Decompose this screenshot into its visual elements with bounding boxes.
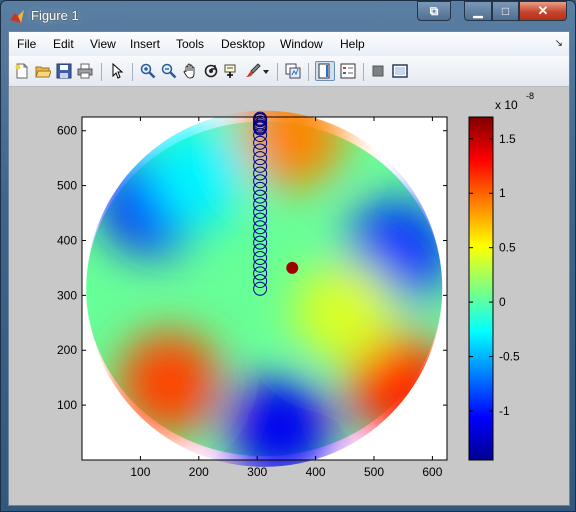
colorbar-tick-label: 0.5 xyxy=(499,241,516,255)
hide-plot-tools-icon[interactable] xyxy=(369,62,387,80)
menu-window[interactable]: Window xyxy=(280,37,323,51)
menu-edit[interactable]: Edit xyxy=(53,37,74,51)
save-icon[interactable] xyxy=(55,62,73,80)
print-icon[interactable] xyxy=(76,62,94,80)
title-bar[interactable]: Figure 1 ⧉ ▁ □ ✕ xyxy=(1,1,575,31)
x-tick-label: 100 xyxy=(130,465,150,479)
colorbar-exponent: -8 xyxy=(526,91,534,101)
x-tick-label: 200 xyxy=(189,465,209,479)
menu-desktop[interactable]: Desktop xyxy=(221,37,265,51)
toolbar-separator xyxy=(132,63,133,81)
x-tick-label: 400 xyxy=(306,465,326,479)
x-tick-label: 300 xyxy=(247,465,267,479)
maximize-button[interactable]: □ xyxy=(492,1,519,21)
toolbar-separator xyxy=(308,63,309,81)
figure-toolbar xyxy=(9,56,569,87)
figure-client-area: File Edit View Insert Tools Desktop Wind… xyxy=(8,31,570,506)
y-tick-label: 400 xyxy=(57,233,77,247)
zoom-in-icon[interactable] xyxy=(139,62,157,80)
menubar-dock-arrow-icon[interactable]: ↘ xyxy=(555,38,563,49)
field-feature xyxy=(292,259,397,364)
close-button[interactable]: ✕ xyxy=(519,1,567,21)
minimize-button[interactable]: ▁ xyxy=(464,1,492,21)
colorbar-tick-label: 1.5 xyxy=(499,132,516,146)
figure-canvas[interactable]: 100 200 300 400 500 600 100 200 300 400 500 600 -1… xyxy=(9,87,569,505)
legend-icon[interactable] xyxy=(339,62,357,80)
menu-tools[interactable]: Tools xyxy=(176,37,204,51)
colorbar-tick-label: -0.5 xyxy=(499,350,520,364)
new-figure-icon[interactable] xyxy=(13,62,31,80)
toolbar-separator xyxy=(101,63,102,81)
colorbar-tick-label: 1 xyxy=(499,186,506,200)
y-tick-label: 600 xyxy=(57,124,77,138)
dock-icon: ⧉ xyxy=(429,3,439,18)
toolbar-separator xyxy=(363,63,364,81)
data-cursor-icon[interactable] xyxy=(223,62,241,80)
brush-dropdown-icon[interactable] xyxy=(261,62,271,80)
menu-help[interactable]: Help xyxy=(340,37,365,51)
zoom-out-icon[interactable] xyxy=(160,62,178,80)
colorbar[interactable] xyxy=(468,116,494,461)
plot-area: 100 200 300 400 500 600 100 200 300 400 500 600 -1… xyxy=(9,87,569,507)
window-title: Figure 1 xyxy=(31,8,79,23)
pan-hand-icon[interactable] xyxy=(181,62,199,80)
colorbar-exponent-label: x 10 xyxy=(495,98,518,112)
brush-icon[interactable] xyxy=(244,62,262,80)
field-feature xyxy=(286,261,299,274)
pointer-icon[interactable] xyxy=(108,62,126,80)
menu-bar: File Edit View Insert Tools Desktop Wind… xyxy=(9,32,569,56)
open-file-icon[interactable] xyxy=(34,62,52,80)
matlab-logo-icon xyxy=(10,10,24,23)
menu-file[interactable]: File xyxy=(17,37,36,51)
toolbar-separator xyxy=(277,63,278,81)
colorbar-tick-label: -1 xyxy=(499,404,510,418)
y-tick-label: 200 xyxy=(57,343,77,357)
y-tick-label: 500 xyxy=(57,179,77,193)
maximize-icon: □ xyxy=(501,4,510,18)
x-tick-label: 500 xyxy=(364,465,384,479)
rotate-3d-icon[interactable] xyxy=(202,62,220,80)
field-feature xyxy=(228,375,333,467)
colorbar-icon[interactable] xyxy=(315,61,335,81)
menu-insert[interactable]: Insert xyxy=(130,37,160,51)
close-icon: ✕ xyxy=(537,3,549,18)
x-tick-label: 600 xyxy=(422,465,442,479)
minimize-icon: ▁ xyxy=(473,4,483,18)
menu-view[interactable]: View xyxy=(90,37,116,51)
dock-button[interactable]: ⧉ xyxy=(417,1,451,21)
y-tick-label: 100 xyxy=(57,398,77,412)
show-plot-tools-icon[interactable] xyxy=(391,62,409,80)
y-tick-label: 300 xyxy=(57,288,77,302)
colorbar-tick-label: 0 xyxy=(499,295,506,309)
link-plot-icon[interactable] xyxy=(284,62,302,80)
figure-window: Figure 1 ⧉ ▁ □ ✕ File Edit View Insert T… xyxy=(0,0,576,512)
